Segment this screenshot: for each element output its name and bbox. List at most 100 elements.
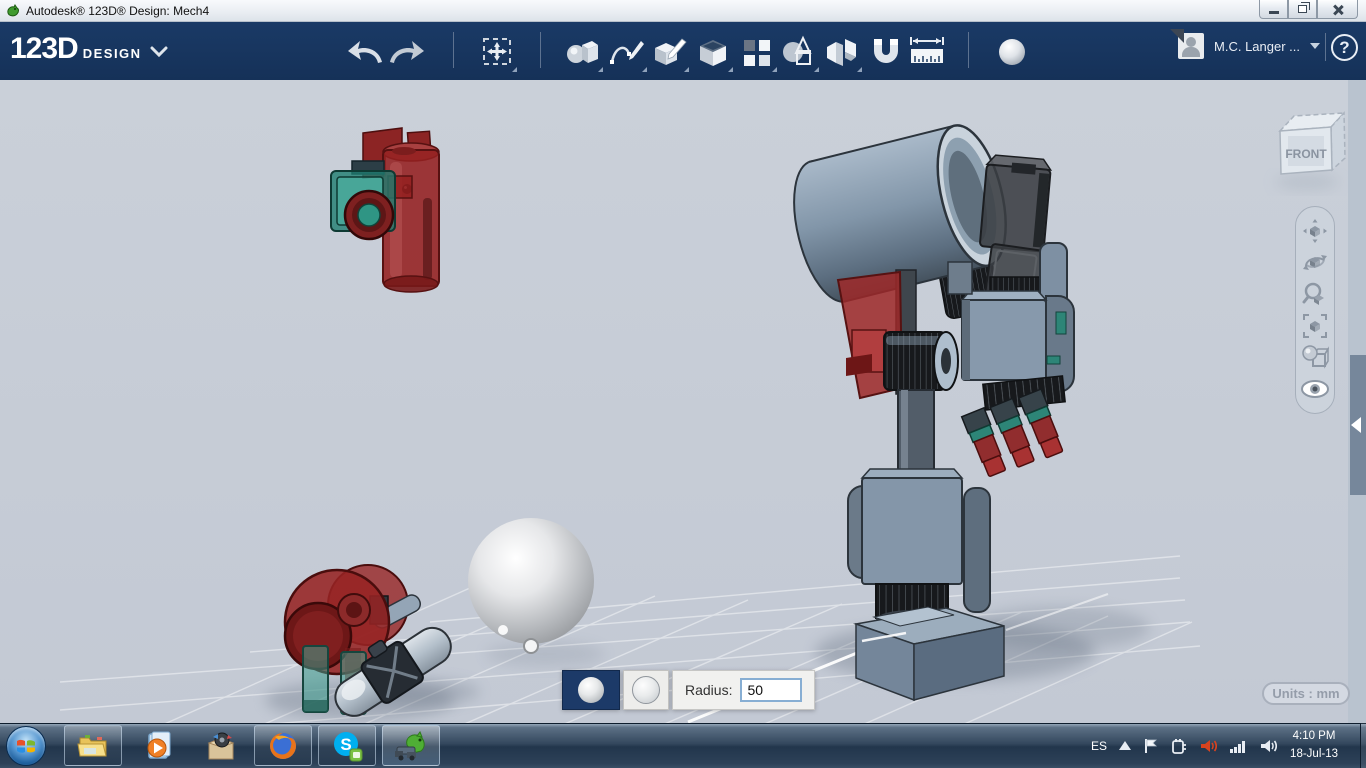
sketch-icon <box>610 41 644 64</box>
logo-123d: 123D <box>10 32 79 65</box>
combine-tool-button[interactable] <box>777 32 821 72</box>
visibility-button[interactable] <box>1300 375 1330 403</box>
modify-icon <box>700 40 726 66</box>
radius-field-group: Radius: <box>672 670 816 710</box>
taskbar-skype-button[interactable]: S <box>318 725 376 766</box>
dropdown-indicator <box>728 67 733 72</box>
skype-icon: S <box>334 731 363 761</box>
eye-icon <box>1301 380 1329 399</box>
radius-label: Radius: <box>685 682 733 698</box>
minimize-icon <box>1268 11 1279 14</box>
view-cube[interactable]: FRONT <box>1275 111 1346 189</box>
pattern-tool-button[interactable] <box>735 32 779 72</box>
measure-tool-button[interactable] <box>905 32 949 72</box>
construct-tool-button[interactable] <box>647 32 691 72</box>
fit-view-icon <box>1303 313 1327 338</box>
clock-date: 18-Jul-13 <box>1290 747 1338 760</box>
window-titlebar: Autodesk® 123D® Design: Mech4 <box>0 0 1366 22</box>
taskbar-media-player-button[interactable] <box>128 725 186 766</box>
app-logo[interactable]: 123D DESIGN <box>10 32 168 66</box>
red-canister-with-camera[interactable] <box>330 127 440 293</box>
restore-icon <box>1298 2 1310 13</box>
split-icon <box>827 39 856 66</box>
radius-input[interactable] <box>740 678 803 702</box>
dropdown-indicator <box>814 67 819 72</box>
firefox-icon <box>270 732 296 759</box>
view-navigation-bar <box>1295 206 1335 414</box>
orbit-button[interactable] <box>1300 248 1330 276</box>
toolbar-separator <box>540 32 541 68</box>
123d-design-icon <box>395 730 425 760</box>
pan-button[interactable] <box>1300 217 1330 245</box>
taskbar-firefox-button[interactable] <box>254 725 312 766</box>
modify-tool-button[interactable] <box>691 32 735 72</box>
orbit-icon <box>1303 255 1327 271</box>
app-window-icon <box>7 3 19 16</box>
sphere-tool-icon <box>999 39 1025 65</box>
split-tool-button[interactable] <box>820 32 864 72</box>
snap-tool-button[interactable] <box>864 32 908 72</box>
fit-view-button[interactable] <box>1300 312 1330 340</box>
solid-sphere-button[interactable] <box>562 670 620 710</box>
dropdown-indicator <box>512 67 517 72</box>
taskbar-123d-design-button[interactable] <box>382 725 440 766</box>
shaded-view-button[interactable] <box>1300 343 1330 371</box>
hollow-sphere-button[interactable] <box>623 670 669 710</box>
volume-alert-icon[interactable] <box>1200 738 1218 754</box>
system-tray: ES 4:10 PM 18-Jul-13 <box>1091 723 1366 768</box>
undo-button[interactable] <box>343 32 387 72</box>
dropdown-indicator <box>684 67 689 72</box>
account-menu[interactable]: M.C. Langer ... <box>1170 29 1320 59</box>
help-button[interactable]: ? <box>1331 34 1358 61</box>
explorer-folder-icon <box>77 734 107 756</box>
toolbar-separator <box>1325 33 1326 61</box>
panel-expand-handle[interactable] <box>1350 355 1366 495</box>
sphere-anchor-point <box>523 638 539 654</box>
hidden-icons-chevron-icon[interactable] <box>1119 741 1132 750</box>
account-chevron-down-icon <box>1310 43 1320 49</box>
redo-button[interactable] <box>385 32 429 72</box>
sketch-tool-button[interactable] <box>605 32 649 72</box>
show-desktop-button[interactable] <box>1360 723 1366 768</box>
primitives-tool-button[interactable] <box>561 32 605 72</box>
units-indicator: Units : mm <box>1262 682 1350 705</box>
view-cube-front-label: FRONT <box>1285 147 1327 161</box>
primitives-icon <box>567 41 598 63</box>
close-button[interactable] <box>1317 0 1358 19</box>
dropdown-indicator <box>857 67 862 72</box>
pan-icon <box>1303 218 1327 243</box>
taskbar-box-app-button[interactable] <box>192 725 250 766</box>
zoom-button[interactable] <box>1300 280 1330 308</box>
sphere-current-tool-button[interactable] <box>990 32 1034 72</box>
start-button[interactable] <box>6 726 46 766</box>
volume-icon[interactable] <box>1260 738 1278 754</box>
hollow-sphere-icon <box>632 676 660 704</box>
sphere-options-bar: Radius: <box>562 670 816 710</box>
logo-chevron-down-icon <box>150 46 168 58</box>
arrow-left-icon <box>1351 417 1361 433</box>
action-center-flag-icon[interactable] <box>1143 738 1159 754</box>
window-controls <box>1259 0 1358 19</box>
minimize-button[interactable] <box>1259 0 1288 19</box>
windows-logo-icon <box>17 739 35 753</box>
power-plug-icon[interactable] <box>1171 738 1188 754</box>
window-title: Autodesk® 123D® Design: Mech4 <box>26 3 210 18</box>
network-signal-icon[interactable] <box>1230 739 1248 753</box>
measure-ruler-icon <box>910 37 944 63</box>
toolbar-separator <box>968 32 969 68</box>
viewport-3d[interactable]: FRONT <box>0 80 1366 723</box>
taskbar-clock[interactable]: 4:10 PM 18-Jul-13 <box>1290 728 1338 763</box>
restore-button[interactable] <box>1288 0 1317 19</box>
screen: Autodesk® 123D® Design: Mech4 123D DESIG… <box>0 0 1366 768</box>
toolbar-separator <box>453 32 454 68</box>
solid-sphere-icon <box>578 677 604 703</box>
transform-icon <box>483 38 511 65</box>
snap-magnet-icon <box>874 39 898 63</box>
transform-tool-button[interactable] <box>475 32 519 72</box>
taskbar-explorer-button[interactable] <box>64 725 122 766</box>
box-app-icon <box>207 732 235 759</box>
language-indicator[interactable]: ES <box>1091 739 1107 753</box>
logo-design: DESIGN <box>82 46 142 61</box>
help-label: ? <box>1339 37 1350 57</box>
close-icon <box>1332 4 1343 15</box>
